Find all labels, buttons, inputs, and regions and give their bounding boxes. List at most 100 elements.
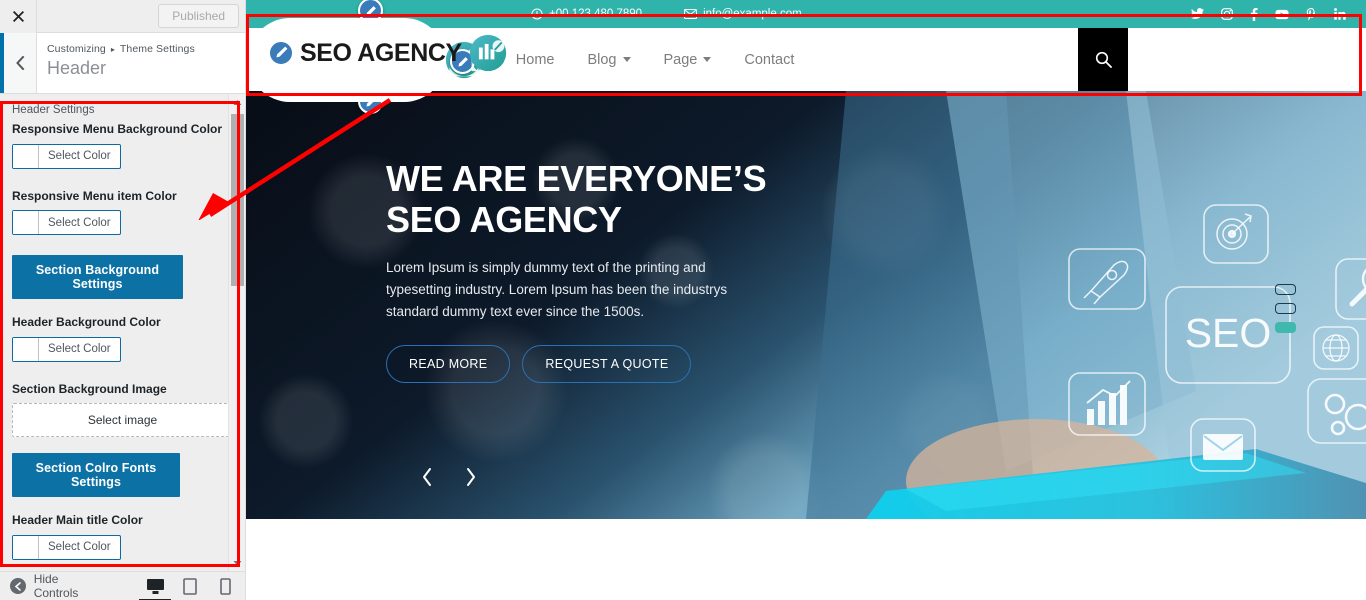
customizer-topbar: Published [0,0,245,33]
scrollbar-track[interactable] [229,110,245,555]
breadcrumb-prefix: Customizing [47,43,106,55]
section-heading: Header Settings [12,104,95,116]
chevron-down-icon [703,57,712,62]
request-quote-button[interactable]: REQUEST A QUOTE [522,344,692,383]
close-icon[interactable] [0,0,37,33]
slider-prev-icon[interactable] [421,467,433,492]
publish-button[interactable]: Published [158,4,239,28]
hero-slider: SEO WE ARE EVERYONE’S SEO AGENCY Lorem I… [246,91,1366,519]
pencil-badge-icon [268,40,294,66]
control-responsive-menu-background-color: Responsive Menu Background Color Select … [12,122,233,173]
tablet-icon[interactable] [180,576,200,596]
twitter-icon[interactable] [1191,8,1204,20]
scroll-up-icon[interactable] [229,94,245,110]
controls-list: Header Settings Responsive Menu Backgrou… [0,94,245,571]
youtube-icon[interactable] [1275,9,1289,20]
controls-body: Responsive Menu Background Color Select … [0,122,245,571]
site-menu: Home Blog Page Contact [516,52,795,68]
customizer-panel-header: Customizing ▸ Theme Settings Header [0,33,245,94]
logo-highlight-content: SEO AGENCY [268,33,508,73]
device-preview-switcher [139,576,235,600]
control-label: Responsive Menu item Color [12,188,177,203]
hero-subtitle: Lorem Ipsum is simply dummy text of the … [386,260,728,320]
control-label: Responsive Menu Background Color [12,122,223,136]
page-title: Header [47,58,107,78]
color-picker-button[interactable]: Select Color [12,534,121,560]
chevron-down-icon [622,57,631,62]
phone-text: +00 123 480 7890 [549,8,643,20]
color-picker-button[interactable]: Select Color [12,336,121,362]
control-label: Section Background Image [12,381,167,396]
breadcrumb-current: Theme Settings [119,43,195,55]
menu-item-blog[interactable]: Blog [587,51,631,68]
linkedin-icon[interactable] [1334,8,1346,20]
brand-name-overlay: SEO AGENCY [300,38,462,67]
color-picker-button[interactable]: Select Color [12,143,121,169]
customizer-scroll-area: Header Settings Responsive Menu Backgrou… [0,94,245,571]
breadcrumb: Customizing ▸ Theme Settings [47,43,195,55]
menu-item-contact[interactable]: Contact [744,52,794,68]
slide-indicator[interactable] [1275,284,1296,295]
chart-logo-overlay-icon [469,34,506,73]
facebook-icon[interactable] [1250,7,1258,21]
slider-next-icon[interactable] [465,467,477,492]
menu-item-page[interactable]: Page [664,52,712,68]
read-more-button[interactable]: READ MORE [386,344,511,383]
customizer-screen: Published Customizing ▸ Theme Settings H… [0,0,1366,600]
control-responsive-menu-item-color: Responsive Menu item Color Select Color [12,189,233,240]
hide-controls-label: Hide Controls [33,572,79,600]
slider-arrows [421,467,477,492]
publish-area: Published [37,4,245,28]
envelope-icon [684,9,698,19]
collapse-icon [10,578,26,594]
color-picker-label: Select Color [48,541,111,554]
color-picker-button[interactable]: Select Color [12,210,121,236]
back-button[interactable] [0,33,37,93]
menu-item-home[interactable]: Home [516,52,555,68]
search-button[interactable] [1078,28,1128,91]
topbar-phone[interactable]: +00 123 480 7890 [531,8,642,20]
customizer-sidebar: Published Customizing ▸ Theme Settings H… [0,0,246,600]
hero-buttons: READ MORE REQUEST A QUOTE [386,344,816,383]
topbar-email[interactable]: info@example.com [684,8,802,20]
color-picker-label: Select Color [48,216,111,229]
slide-indicator[interactable] [1275,303,1296,314]
close-glyph [12,10,24,22]
topbar-social-links [1191,7,1346,21]
svg-text:SEO: SEO [1185,310,1272,356]
control-section-color-fonts-settings: Section Colro Fonts Settings [12,453,233,498]
pinterest-icon[interactable] [1306,7,1317,21]
email-text: info@example.com [703,8,802,20]
control-label: Header Main title Color [12,513,143,528]
hide-controls-button[interactable]: Hide Controls [10,572,105,600]
desktop-icon[interactable] [139,576,171,600]
hero-content: WE ARE EVERYONE’S SEO AGENCY Lorem Ipsum… [386,158,816,383]
scroll-down-icon[interactable] [229,555,245,571]
select-image-button[interactable]: Select image [12,403,233,438]
scrollbar-thumb[interactable] [231,114,244,286]
search-icon [1095,51,1112,68]
section-background-settings-button[interactable]: Section Background Settings [12,255,183,300]
panel-titles: Customizing ▸ Theme Settings Header [37,33,195,93]
color-swatch [13,337,39,361]
slide-indicators [1275,284,1296,333]
control-section-background-settings: Section Background Settings [12,255,233,300]
menu-item-label: Page [663,51,698,68]
hero-title: WE ARE EVERYONE’S SEO AGENCY [386,158,767,240]
control-header-background-color: Header Background Color Select Color [12,315,233,366]
control-section-background-image: Section Background Image Select image [12,382,233,438]
menu-item-label: Home [515,51,555,68]
breadcrumb-separator-icon: ▸ [110,45,116,54]
color-swatch [13,211,39,235]
chevron-left-icon [16,56,25,70]
control-header-main-title-color: Header Main title Color Select Color [12,513,233,564]
color-swatch [13,535,39,559]
color-picker-label: Select Color [48,343,111,356]
instagram-icon[interactable] [1221,8,1233,20]
sidebar-scrollbar[interactable] [228,94,245,571]
menu-item-label: Blog [587,51,617,68]
mobile-icon[interactable] [215,576,235,596]
section-color-fonts-settings-button[interactable]: Section Colro Fonts Settings [12,453,180,498]
slide-indicator-active[interactable] [1275,322,1296,333]
clock-icon [531,8,543,20]
